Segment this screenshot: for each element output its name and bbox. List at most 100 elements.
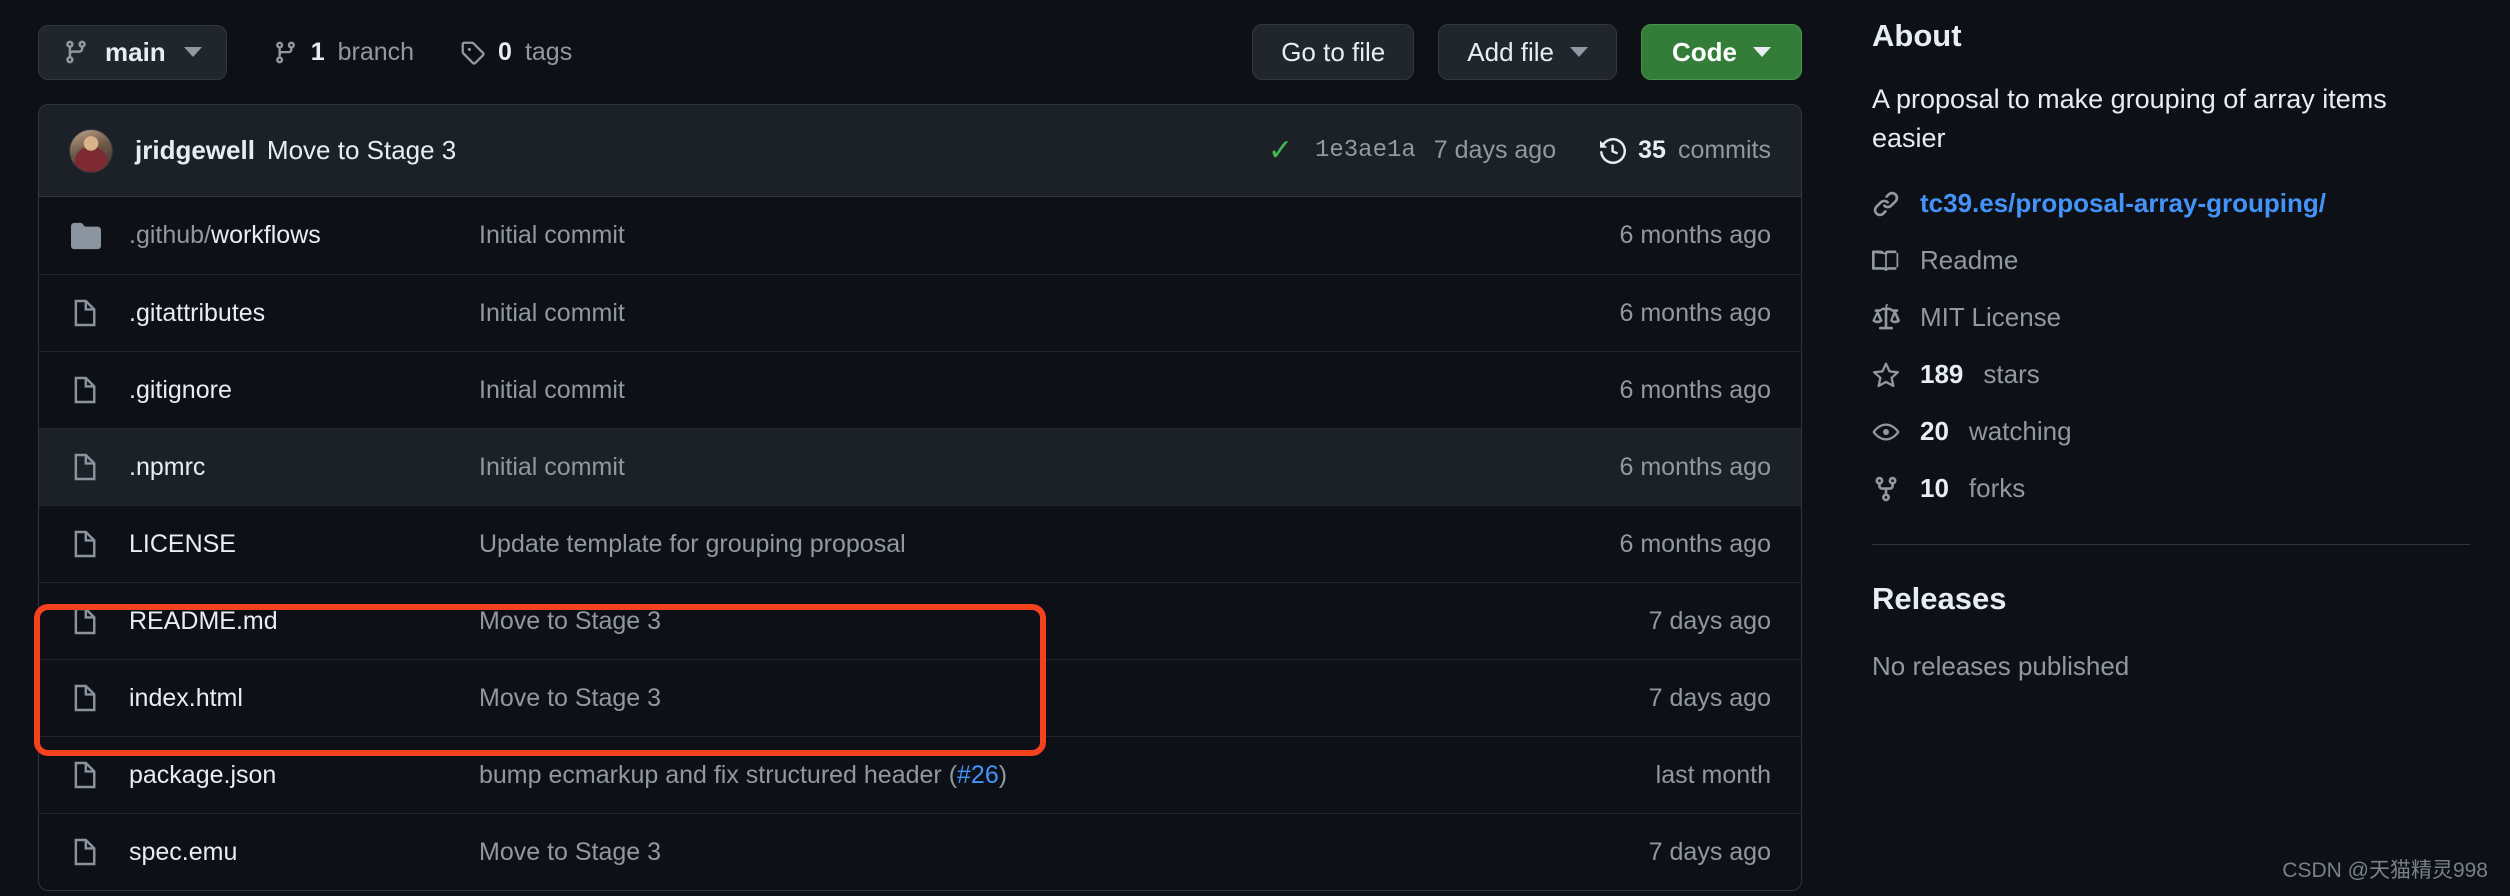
commit-sha-link[interactable]: 1e3ae1a <box>1315 137 1416 164</box>
issue-link[interactable]: #26 <box>957 761 999 789</box>
commit-date-cell: 6 months ago <box>1619 375 1772 404</box>
commit-author-link[interactable]: jridgewell <box>135 135 255 166</box>
about-description: A proposal to make grouping of array ite… <box>1872 84 2387 154</box>
folder-icon <box>69 221 103 251</box>
about-meta-label: forks <box>1968 473 2026 504</box>
tag-icon <box>460 40 485 65</box>
commit-date-cell: 6 months ago <box>1619 221 1772 249</box>
toolbar-actions: Go to file Add file Code <box>1252 24 1830 80</box>
table-row[interactable]: .npmrc Initial commit 6 months ago <box>39 428 1801 505</box>
file-icon <box>69 298 103 328</box>
table-row[interactable]: README.md Move to Stage 37 days ago <box>39 582 1801 659</box>
book-icon <box>1872 247 1900 275</box>
commit-date-cell: 6 months ago <box>1619 298 1772 327</box>
file-name-link[interactable]: README.md <box>129 607 479 636</box>
commit-message-cell[interactable]: bump ecmarkup and fix structured header … <box>479 761 1656 790</box>
homepage-row[interactable]: tc39.es/proposal-array-grouping/ <box>1872 188 2470 219</box>
tag-count-value: 0 <box>498 37 512 66</box>
file-name-link[interactable]: index.html <box>129 684 479 713</box>
file-icon <box>69 529 103 559</box>
file-name-link[interactable]: .gitignore <box>129 376 479 405</box>
commit-date-cell: 6 months ago <box>1619 452 1772 481</box>
commit-date-cell: last month <box>1655 760 1771 789</box>
about-meta-item[interactable]: 189 stars <box>1872 359 2470 390</box>
commit-message-cell[interactable]: Update template for grouping proposal <box>479 530 1620 559</box>
commit-date-cell: 6 months ago <box>1619 529 1772 558</box>
go-to-file-button[interactable]: Go to file <box>1252 24 1415 80</box>
branch-selector-button[interactable]: main <box>38 24 227 80</box>
commit-message-cell[interactable]: Initial commit <box>479 453 1620 482</box>
commit-date-cell: 7 days ago <box>1648 837 1771 866</box>
branch-count-link[interactable]: 1 branch <box>273 38 414 67</box>
table-row[interactable]: LICENSE Update template for grouping prop… <box>39 505 1801 582</box>
eye-icon <box>1872 418 1900 446</box>
commits-count-value: 35 <box>1638 136 1666 164</box>
about-meta-label: MIT License <box>1920 302 2062 333</box>
about-heading: About <box>1872 18 1962 53</box>
commit-message-cell[interactable]: Move to Stage 3 <box>479 838 1649 867</box>
about-meta-value: 10 <box>1920 473 1949 504</box>
law-icon <box>1872 303 1900 332</box>
commit-meta: ✓ 1e3ae1a 7 days ago 35 commits <box>1268 133 1771 168</box>
commit-message-cell[interactable]: Initial commit <box>479 299 1620 328</box>
file-table: jridgewell Move to Stage 3 ✓ 1e3ae1a 7 d… <box>38 104 1802 891</box>
file-name-link[interactable]: .npmrc <box>129 453 479 482</box>
table-row[interactable]: .gitattributes Initial commit 6 months ago <box>39 274 1801 351</box>
add-file-label: Add file <box>1467 36 1554 67</box>
file-name-link[interactable]: spec.emu <box>129 838 479 867</box>
repo-page: main 1 branch 0 tags Go to file Add file… <box>0 0 2510 896</box>
commits-count-link[interactable]: 35 commits <box>1600 136 1771 165</box>
file-icon <box>69 837 103 867</box>
commit-date-cell: 7 days ago <box>1648 683 1771 712</box>
about-meta-item[interactable]: 10 forks <box>1872 473 2470 504</box>
file-name-link[interactable]: .github/workflows <box>129 221 479 250</box>
sidebar-divider <box>1872 544 2470 546</box>
check-icon[interactable]: ✓ <box>1268 133 1293 168</box>
homepage-link[interactable]: tc39.es/proposal-array-grouping/ <box>1920 188 2326 219</box>
commit-message-cell[interactable]: Initial commit <box>479 221 1620 250</box>
table-row[interactable]: package.json bump ecmarkup and fix struct… <box>39 736 1801 813</box>
go-to-file-label: Go to file <box>1281 36 1386 67</box>
tag-count-link[interactable]: 0 tags <box>460 38 572 67</box>
commit-message-cell[interactable]: Initial commit <box>479 376 1620 405</box>
add-file-button[interactable]: Add file <box>1438 24 1617 80</box>
star-icon <box>1872 361 1900 389</box>
commits-count-label: commits <box>1677 136 1771 164</box>
table-row[interactable]: index.html Move to Stage 37 days ago <box>39 659 1801 736</box>
branch-count-label: branch <box>337 37 415 66</box>
link-icon <box>1872 190 1900 218</box>
chevron-down-icon <box>1753 47 1771 57</box>
repo-toolbar: main 1 branch 0 tags Go to file Add file… <box>38 0 1830 104</box>
fork-icon <box>1872 475 1900 503</box>
avatar[interactable] <box>69 128 113 173</box>
commit-message-cell[interactable]: Move to Stage 3 <box>479 607 1649 636</box>
commit-message-cell[interactable]: Move to Stage 3 <box>479 684 1649 713</box>
file-icon <box>69 606 103 636</box>
file-name-link[interactable]: .gitattributes <box>129 299 479 328</box>
about-meta-value: 20 <box>1920 416 1949 447</box>
about-meta-list: Readme MIT License 189 stars 20 watching 10 for… <box>1872 245 2470 504</box>
about-meta-item[interactable]: Readme <box>1872 245 2470 276</box>
table-row[interactable]: .gitignore Initial commit 6 months ago <box>39 351 1801 428</box>
branch-count-value: 1 <box>310 37 325 66</box>
commit-date: 7 days ago <box>1433 136 1557 164</box>
history-icon <box>1600 137 1627 164</box>
file-name-link[interactable]: package.json <box>129 761 479 790</box>
commit-message-link[interactable]: Move to Stage 3 <box>267 135 456 166</box>
file-rows: .github/workflows Initial commit 6 months … <box>39 197 1801 890</box>
chevron-down-icon <box>183 47 202 57</box>
watermark: CSDN @天猫精灵998 <box>2282 859 2488 882</box>
file-icon <box>69 760 103 790</box>
about-meta-item[interactable]: MIT License <box>1872 302 2470 333</box>
chevron-down-icon <box>1570 47 1588 57</box>
about-sidebar: About A proposal to make grouping of arr… <box>1830 0 2510 896</box>
code-button[interactable]: Code <box>1641 24 1802 80</box>
file-name-link[interactable]: LICENSE <box>129 530 479 559</box>
table-row[interactable]: .github/workflows Initial commit 6 months … <box>39 197 1801 274</box>
file-path-prefix: .github/ <box>129 221 212 249</box>
table-row[interactable]: spec.emu Move to Stage 37 days ago <box>39 813 1801 890</box>
git-branch-icon <box>273 40 298 65</box>
about-meta-item[interactable]: 20 watching <box>1872 416 2470 447</box>
file-icon <box>69 452 103 482</box>
about-meta-label: stars <box>1983 359 2040 390</box>
